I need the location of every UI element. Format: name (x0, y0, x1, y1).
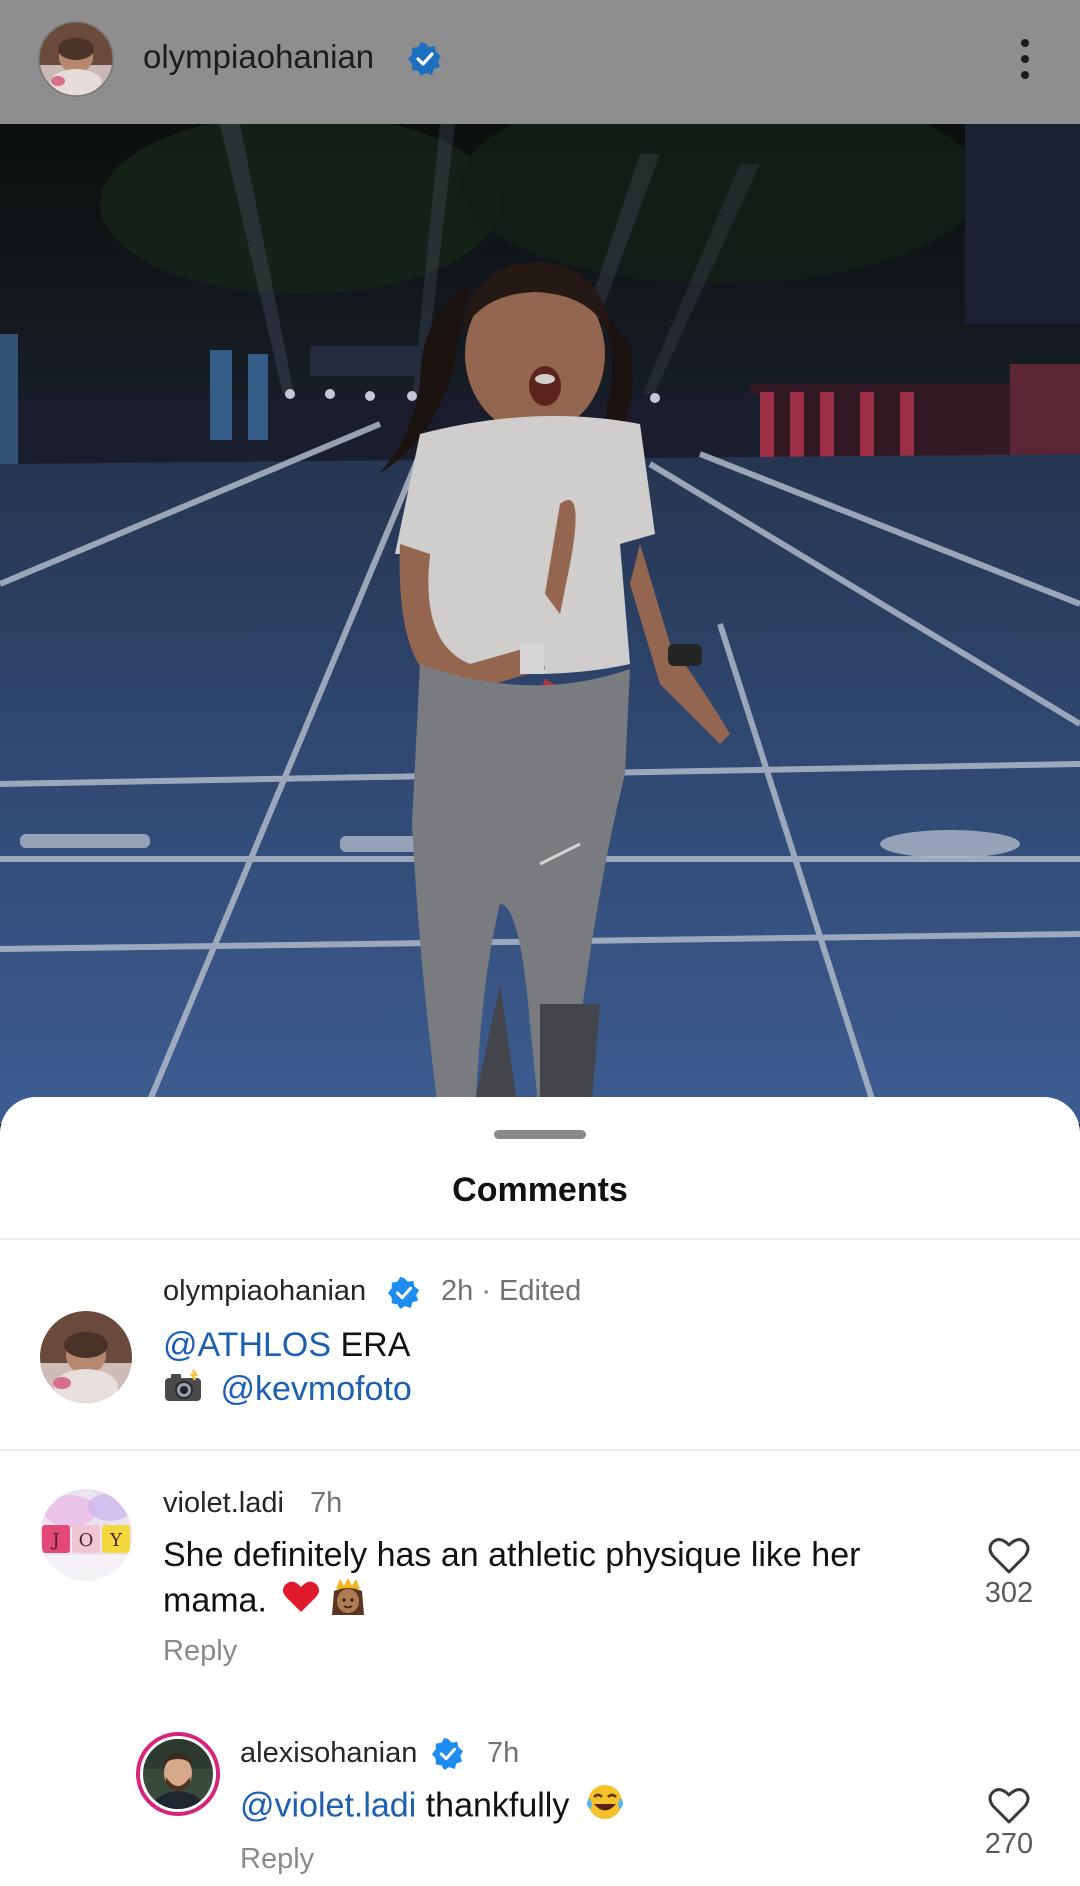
caption-meta: 2h · Edited (441, 1275, 582, 1307)
camera-flash-emoji (163, 1368, 203, 1414)
princess-emoji (330, 1577, 366, 1628)
caption-divider (0, 1449, 1080, 1451)
header-username[interactable]: olympiaohanian (143, 38, 374, 76)
heart-outline-icon[interactable] (988, 1787, 1030, 1825)
sheet-drag-handle[interactable] (494, 1130, 586, 1139)
caption-line-2: @kevmofoto (163, 1367, 412, 1414)
avatar-letter: J (50, 1530, 59, 1551)
photographer-mention-link[interactable]: @kevmofoto (220, 1370, 411, 1408)
like-count: 302 (984, 1577, 1034, 1609)
tears-of-joy-emoji (585, 1783, 625, 1832)
mention-link[interactable]: @ATHLOS (163, 1326, 331, 1364)
reply-text: @violet.ladi thankfully (240, 1783, 625, 1832)
more-vertical-icon[interactable] (1015, 37, 1035, 81)
caption-line-1: @ATHLOS ERA (163, 1326, 411, 1364)
comment-text-line-1: She definitely has an athletic physique … (163, 1536, 861, 1574)
comment-avatar-violet[interactable]: J O Y (40, 1489, 132, 1581)
comments-sheet: Comments olympiaohanian 2h · Edited @ATH… (0, 1097, 1080, 1886)
verified-badge-icon (388, 1277, 420, 1309)
reply-avatar-alexis[interactable] (136, 1732, 220, 1816)
like-count: 270 (984, 1828, 1034, 1860)
reply-button[interactable]: Reply (163, 1635, 237, 1668)
header-avatar[interactable] (38, 21, 114, 97)
post-photo[interactable] (0, 124, 1080, 1124)
post-header: olympiaohanian (0, 0, 1080, 124)
caption-avatar[interactable] (40, 1311, 132, 1403)
verified-badge-icon (432, 1738, 464, 1770)
comment-text-line-2: mama. (163, 1577, 366, 1628)
heart-outline-icon[interactable] (988, 1537, 1030, 1575)
reply-username[interactable]: alexisohanian (240, 1737, 417, 1770)
mention-link[interactable]: @violet.ladi (240, 1786, 416, 1824)
comment-username[interactable]: violet.ladi (163, 1487, 284, 1520)
reply-time: 7h (487, 1737, 520, 1769)
reply-button[interactable]: Reply (240, 1843, 314, 1876)
caption-username[interactable]: olympiaohanian (163, 1275, 366, 1308)
red-heart-emoji (282, 1580, 320, 1625)
avatar-letter: O (79, 1530, 94, 1551)
title-divider (0, 1238, 1080, 1240)
verified-badge-icon (408, 42, 441, 76)
comment-time: 7h (310, 1487, 343, 1519)
sheet-title: Comments (452, 1171, 628, 1209)
avatar-letter: Y (109, 1530, 123, 1551)
